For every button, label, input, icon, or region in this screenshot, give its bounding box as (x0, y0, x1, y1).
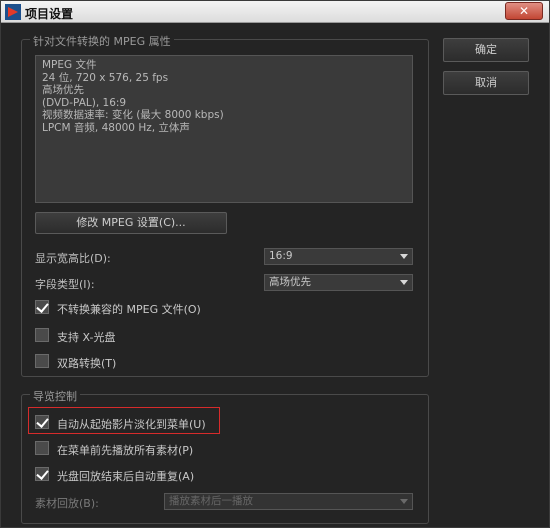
mpeg-info-box: MPEG 文件 24 位, 720 x 576, 25 fps 高场优先 (DV… (35, 55, 413, 203)
window-title: 项目设置 (25, 7, 74, 21)
auto-repeat-checkbox[interactable] (35, 467, 49, 481)
auto-repeat-label: 光盘回放结束后自动重复(A) (57, 470, 195, 483)
info-line: MPEG 文件 (42, 59, 97, 71)
cancel-button[interactable]: 取消 (443, 71, 529, 95)
no-convert-mpeg-checkbox-row[interactable]: 不转换兼容的 MPEG 文件(O) (35, 300, 285, 316)
mpeg-group-label: 针对文件转换的 MPEG 属性 (30, 33, 174, 49)
play-all-first-checkbox[interactable] (35, 441, 49, 455)
aspect-ratio-select[interactable]: 16:9 (264, 248, 413, 265)
playback-value: 播放素材后一播放 (169, 495, 253, 507)
aspect-ratio-label: 显示宽高比(D): (35, 252, 111, 265)
info-line: LPCM 音频, 48000 Hz, 立体声 (42, 121, 190, 134)
playback-label: 素材回放(B): (35, 497, 99, 510)
chevron-down-icon (400, 499, 408, 504)
auto-repeat-checkbox-row[interactable]: 光盘回放结束后自动重复(A) (35, 467, 285, 483)
play-all-first-label: 在菜单前先播放所有素材(P) (57, 444, 194, 457)
play-all-first-checkbox-row[interactable]: 在菜单前先播放所有素材(P) (35, 441, 285, 457)
app-logo-icon (5, 4, 21, 20)
nav-group-label: 导览控制 (30, 388, 80, 404)
no-convert-mpeg-checkbox[interactable] (35, 300, 49, 314)
chevron-down-icon (400, 280, 408, 285)
playback-select[interactable]: 播放素材后一播放 (164, 493, 413, 510)
field-type-value: 高场优先 (269, 276, 311, 288)
field-type-label: 字段类型(I): (35, 278, 95, 291)
aspect-ratio-value: 16:9 (269, 250, 293, 262)
ok-button[interactable]: 确定 (443, 38, 529, 62)
no-convert-mpeg-label: 不转换兼容的 MPEG 文件(O) (57, 303, 201, 316)
two-pass-checkbox[interactable] (35, 354, 49, 368)
highlight-annotation (28, 407, 220, 434)
xdisc-checkbox[interactable] (35, 328, 49, 342)
two-pass-label: 双路转换(T) (57, 357, 117, 370)
project-settings-dialog: 项目设置 ✕ 确定 取消 针对文件转换的 MPEG 属性 MPEG 文件 24 … (0, 0, 550, 528)
xdisc-label: 支持 X-光盘 (57, 331, 116, 344)
chevron-down-icon (400, 254, 408, 259)
info-line: (DVD-PAL), 16:9 (42, 96, 127, 109)
field-type-select[interactable]: 高场优先 (264, 274, 413, 291)
close-button[interactable]: ✕ (505, 2, 543, 20)
info-line: 高场优先 (42, 84, 84, 96)
modify-mpeg-settings-button[interactable]: 修改 MPEG 设置(C)... (35, 212, 227, 234)
xdisc-checkbox-row[interactable]: 支持 X-光盘 (35, 328, 285, 344)
info-line: 24 位, 720 x 576, 25 fps (42, 71, 169, 84)
title-bar: 项目设置 ✕ (1, 1, 549, 23)
info-line: 视频数据速率: 变化 (最大 8000 kbps) (42, 109, 224, 121)
two-pass-checkbox-row[interactable]: 双路转换(T) (35, 354, 285, 370)
